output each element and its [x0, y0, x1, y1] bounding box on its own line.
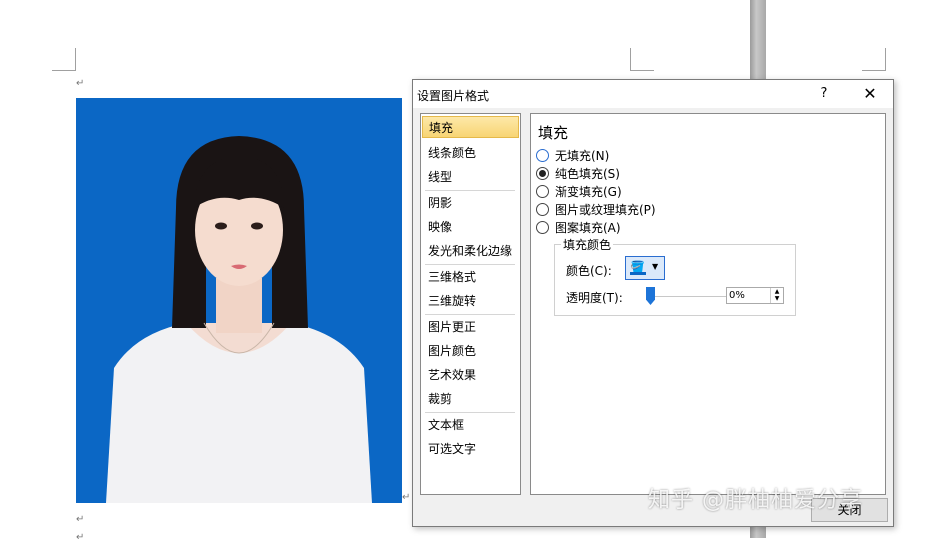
- portrait-photo[interactable]: [76, 98, 402, 503]
- dropdown-arrow-icon: ▼: [652, 262, 659, 271]
- panel-title: 填充: [538, 124, 569, 142]
- nav-item-reflection[interactable]: 映像: [422, 216, 519, 238]
- color-picker-button[interactable]: 🪣 ▼: [625, 256, 665, 280]
- spin-buttons[interactable]: ▲ ▼: [770, 288, 783, 303]
- radio-label: 图片或纹理填充(P): [555, 203, 656, 217]
- nav-item-artistic-effects[interactable]: 艺术效果: [422, 364, 519, 386]
- close-icon[interactable]: ✕: [855, 83, 885, 105]
- crop-mark: [885, 48, 886, 71]
- radio-button[interactable]: [536, 149, 549, 162]
- paragraph-mark: ↵: [76, 514, 85, 525]
- fill-panel: 填充 无填充(N) 纯色填充(S) 渐变填充(G) 图片或纹理填充(P) 图案填…: [530, 113, 886, 495]
- radio-pattern-fill[interactable]: 图案填充(A): [536, 220, 621, 236]
- radio-solid-fill[interactable]: 纯色填充(S): [536, 166, 620, 182]
- category-list: 填充 线条颜色 线型 阴影 映像 发光和柔化边缘 三维格式 三维旋转 图片更正 …: [420, 113, 521, 495]
- transparency-slider-thumb[interactable]: [646, 287, 655, 305]
- nav-divider: [425, 264, 515, 265]
- transparency-slider-track[interactable]: [653, 296, 733, 297]
- nav-item-line-color[interactable]: 线条颜色: [422, 142, 519, 164]
- nav-divider: [425, 190, 515, 191]
- nav-divider: [425, 314, 515, 315]
- nav-item-picture-corrections[interactable]: 图片更正: [422, 316, 519, 338]
- nav-item-shadow[interactable]: 阴影: [422, 192, 519, 214]
- radio-picture-texture-fill[interactable]: 图片或纹理填充(P): [536, 202, 656, 218]
- transparency-value[interactable]: 0%: [729, 288, 745, 303]
- crop-mark: [862, 70, 886, 71]
- crop-mark: [630, 70, 654, 71]
- nav-item-glow-soft-edges[interactable]: 发光和柔化边缘: [422, 240, 519, 262]
- nav-divider: [425, 412, 515, 413]
- nav-item-text-box[interactable]: 文本框: [422, 414, 519, 436]
- crop-mark: [630, 48, 631, 71]
- radio-gradient-fill[interactable]: 渐变填充(G): [536, 184, 622, 200]
- color-swatch: [630, 272, 646, 275]
- radio-label: 图案填充(A): [555, 221, 621, 235]
- paragraph-mark: ↵: [76, 78, 85, 89]
- crop-mark: [75, 48, 76, 71]
- nav-item-picture-color[interactable]: 图片颜色: [422, 340, 519, 362]
- nav-item-line-style[interactable]: 线型: [422, 166, 519, 188]
- transparency-spinbox[interactable]: 0% ▲ ▼: [726, 287, 784, 304]
- radio-button[interactable]: [536, 185, 549, 198]
- radio-button[interactable]: [536, 221, 549, 234]
- radio-button-checked[interactable]: [536, 167, 549, 180]
- radio-no-fill[interactable]: 无填充(N): [536, 148, 609, 164]
- portrait-image: [76, 98, 402, 503]
- nav-item-3d-rotation[interactable]: 三维旋转: [422, 290, 519, 312]
- dialog-title: 设置图片格式: [417, 89, 490, 103]
- nav-item-alt-text[interactable]: 可选文字: [422, 438, 519, 460]
- nav-item-3d-format[interactable]: 三维格式: [422, 266, 519, 288]
- paragraph-mark: ↵: [402, 492, 411, 503]
- radio-label: 纯色填充(S): [555, 167, 620, 181]
- transparency-label: 透明度(T):: [566, 291, 623, 305]
- help-button[interactable]: ?: [811, 83, 837, 105]
- format-picture-dialog: 设置图片格式 ? ✕ 填充 线条颜色 线型 阴影 映像 发光和柔化边缘 三维格式…: [412, 79, 894, 527]
- group-legend: 填充颜色: [561, 236, 614, 253]
- radio-button[interactable]: [536, 203, 549, 216]
- color-label: 颜色(C):: [566, 264, 612, 278]
- watermark-text: 知乎 @胖柚柚爱分享: [648, 488, 863, 513]
- fill-color-group: 填充颜色 颜色(C): 🪣 ▼ 透明度(T): 0% ▲ ▼: [554, 236, 796, 316]
- nav-item-crop[interactable]: 裁剪: [422, 388, 519, 410]
- crop-mark: [52, 70, 76, 71]
- radio-label: 渐变填充(G): [555, 185, 622, 199]
- radio-label: 无填充(N): [555, 149, 610, 163]
- nav-item-fill[interactable]: 填充: [422, 116, 519, 138]
- dialog-titlebar[interactable]: 设置图片格式 ? ✕: [413, 80, 893, 108]
